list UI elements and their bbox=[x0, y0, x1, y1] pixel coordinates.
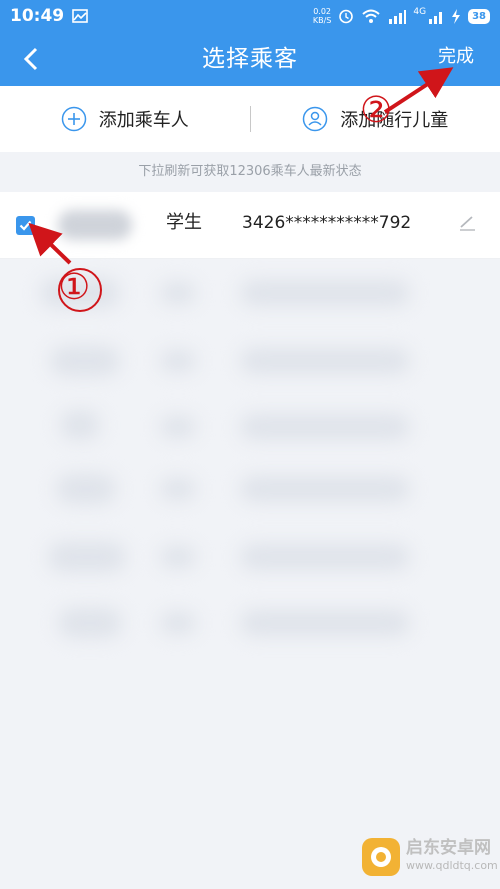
annotation-step-1: ① bbox=[58, 267, 91, 308]
blurred-row bbox=[60, 410, 100, 440]
plus-circle-icon bbox=[61, 106, 86, 132]
signal-icon-2 bbox=[429, 11, 443, 24]
status-time: 10:49 bbox=[10, 6, 65, 26]
refresh-hint: 下拉刷新可获取12306乘车人最新状态 bbox=[138, 164, 362, 179]
add-passenger-label: 添加乘车人 bbox=[98, 110, 189, 131]
annotation-step-2: ② bbox=[360, 90, 393, 131]
watermark-url: www.qdldtq.com bbox=[406, 859, 498, 872]
blurred-row bbox=[50, 346, 120, 376]
charging-icon bbox=[452, 8, 461, 24]
blurred-row bbox=[240, 544, 410, 570]
passenger-row[interactable]: 学生 3426***********792 bbox=[0, 192, 500, 259]
blurred-row bbox=[240, 280, 410, 306]
blurred-row bbox=[240, 414, 410, 440]
watermark-logo-icon bbox=[362, 838, 400, 876]
blurred-row bbox=[160, 612, 196, 634]
done-button[interactable]: 完成 bbox=[438, 32, 474, 86]
passenger-type: 学生 bbox=[166, 212, 202, 233]
blurred-row bbox=[160, 350, 196, 372]
blurred-row bbox=[160, 282, 196, 304]
page-title: 选择乘客 bbox=[202, 46, 298, 72]
edit-icon[interactable] bbox=[458, 213, 476, 231]
watermark: 启东安卓网 www.qdldtq.com bbox=[362, 833, 498, 881]
blurred-row bbox=[240, 610, 410, 636]
blurred-row bbox=[160, 416, 196, 438]
notification-icon bbox=[72, 9, 88, 23]
blurred-row bbox=[160, 478, 196, 500]
blurred-row bbox=[240, 476, 410, 502]
alarm-icon bbox=[339, 9, 354, 24]
passenger-list: 学生 3426***********792 bbox=[0, 192, 500, 259]
battery-indicator: 38 bbox=[468, 8, 490, 24]
nav-bar: 选择乘客 完成 bbox=[0, 32, 500, 86]
net-speed: 0.02 KB/S bbox=[312, 7, 332, 25]
watermark-title: 启东安卓网 bbox=[406, 838, 491, 858]
status-bar: 10:49 0.02 KB/S 4G 38 bbox=[0, 0, 500, 32]
blurred-row bbox=[48, 542, 126, 572]
passenger-id-number: 3426***********792 bbox=[242, 213, 412, 233]
passenger-checkbox[interactable] bbox=[16, 216, 35, 235]
blurred-row bbox=[160, 546, 196, 568]
action-bar: 添加乘车人 添加随行儿童 bbox=[0, 86, 500, 152]
add-child-label: 添加随行儿童 bbox=[340, 110, 449, 131]
wifi-icon bbox=[362, 9, 381, 23]
network-type: 4G bbox=[413, 7, 427, 17]
checkmark-icon bbox=[19, 220, 32, 231]
person-circle-icon bbox=[303, 106, 328, 132]
blurred-row bbox=[58, 608, 122, 638]
blurred-row bbox=[240, 348, 410, 374]
add-passenger-button[interactable]: 添加乘车人 bbox=[0, 106, 250, 132]
blurred-row bbox=[56, 474, 116, 504]
passenger-name bbox=[58, 210, 132, 240]
signal-icon bbox=[389, 9, 407, 24]
blurred-passenger-rows bbox=[0, 260, 500, 680]
